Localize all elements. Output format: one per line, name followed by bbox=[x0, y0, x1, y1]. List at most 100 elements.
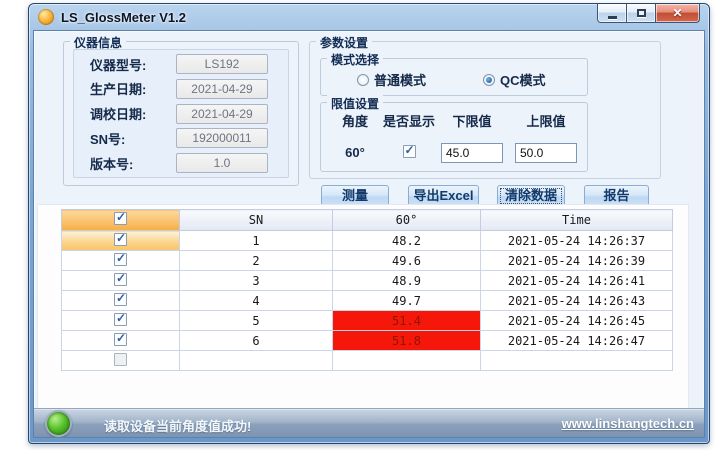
normal-mode-radio[interactable] bbox=[357, 74, 369, 86]
value-cell: 51.8 bbox=[333, 331, 481, 351]
sn-value bbox=[176, 128, 268, 148]
table-row[interactable]: 5 51.4 2021-05-24 14:26:45 bbox=[62, 311, 673, 331]
instrument-info-group: 仪器信息 仪器型号: 生产日期: 调校日期: SN号: bbox=[63, 41, 299, 186]
version-label: 版本号: bbox=[90, 154, 176, 173]
value-column-header[interactable]: 60° bbox=[333, 210, 481, 231]
field-sn: SN号: bbox=[74, 128, 288, 148]
time-cell: 2021-05-24 14:26:43 bbox=[481, 291, 673, 311]
app-window: LS_GlossMeter V1.2 ✕ 仪器信息 仪器型号: 生 bbox=[28, 3, 710, 444]
time-cell: 2021-05-24 14:26:39 bbox=[481, 251, 673, 271]
row-checkbox-cell[interactable] bbox=[62, 351, 180, 371]
table-row[interactable]: 4 49.7 2021-05-24 14:26:43 bbox=[62, 291, 673, 311]
window-controls: ✕ bbox=[597, 4, 700, 23]
mode-option-normal[interactable]: 普通模式 bbox=[357, 70, 426, 89]
sn-cell: 3 bbox=[180, 271, 333, 291]
sn-cell: 6 bbox=[180, 331, 333, 351]
qc-mode-radio[interactable] bbox=[483, 74, 495, 86]
qc-mode-label: QC模式 bbox=[500, 70, 546, 89]
restore-icon bbox=[637, 9, 646, 17]
row-checkbox-cell[interactable] bbox=[62, 331, 180, 351]
model-value bbox=[176, 54, 268, 74]
table-row[interactable]: 3 48.9 2021-05-24 14:26:41 bbox=[62, 271, 673, 291]
sn-cell: 2 bbox=[180, 251, 333, 271]
show-header: 是否显示 bbox=[376, 111, 442, 130]
row-checkbox[interactable] bbox=[114, 353, 127, 366]
status-bar: 读取设备当前角度值成功! www.linshangtech.cn bbox=[34, 408, 704, 437]
lower-limit-input[interactable] bbox=[441, 143, 503, 163]
field-calibration-date: 调校日期: bbox=[74, 104, 288, 124]
select-all-checkbox[interactable] bbox=[114, 212, 127, 225]
row-checkbox[interactable] bbox=[114, 233, 127, 246]
angle-value: 60° bbox=[335, 145, 375, 160]
value-cell bbox=[333, 351, 481, 371]
field-version: 版本号: bbox=[74, 153, 288, 173]
value-cell: 48.2 bbox=[333, 231, 481, 251]
website-link[interactable]: www.linshangtech.cn bbox=[562, 416, 694, 431]
value-cell: 49.7 bbox=[333, 291, 481, 311]
show-checkbox-wrap bbox=[376, 145, 442, 161]
row-checkbox[interactable] bbox=[114, 253, 127, 266]
row-checkbox[interactable] bbox=[114, 333, 127, 346]
close-button[interactable]: ✕ bbox=[655, 4, 700, 23]
table-row[interactable]: 1 48.2 2021-05-24 14:26:37 bbox=[62, 231, 673, 251]
window-title: LS_GlossMeter V1.2 bbox=[61, 10, 186, 25]
table-row[interactable]: 2 49.6 2021-05-24 14:26:39 bbox=[62, 251, 673, 271]
row-checkbox-cell[interactable] bbox=[62, 251, 180, 271]
close-icon: ✕ bbox=[672, 6, 682, 20]
status-indicator-icon bbox=[45, 410, 72, 437]
sn-cell: 1 bbox=[180, 231, 333, 251]
restore-button[interactable] bbox=[627, 4, 655, 23]
table-header-row: SN 60° Time bbox=[62, 210, 673, 231]
sn-cell: 5 bbox=[180, 311, 333, 331]
upper-limit-header: 上限值 bbox=[515, 111, 577, 130]
field-production-date: 生产日期: bbox=[74, 79, 288, 99]
table-row[interactable] bbox=[62, 351, 673, 371]
angle-header: 角度 bbox=[335, 111, 375, 130]
normal-mode-label: 普通模式 bbox=[374, 70, 426, 89]
title-bar[interactable]: LS_GlossMeter V1.2 ✕ bbox=[29, 4, 709, 30]
mode-option-qc[interactable]: QC模式 bbox=[483, 70, 546, 89]
row-checkbox-cell[interactable] bbox=[62, 271, 180, 291]
calibration-date-label: 调校日期: bbox=[90, 104, 176, 123]
instrument-info-panel: 仪器型号: 生产日期: 调校日期: SN号: 版本号: bbox=[73, 49, 289, 178]
production-date-value bbox=[176, 79, 268, 99]
mode-select-group: 模式选择 普通模式 QC模式 bbox=[320, 58, 588, 96]
lower-limit-header: 下限值 bbox=[441, 111, 503, 130]
mode-select-label: 模式选择 bbox=[327, 51, 383, 68]
parameter-settings-label: 参数设置 bbox=[316, 34, 372, 51]
time-cell bbox=[481, 351, 673, 371]
version-value bbox=[176, 153, 268, 173]
field-model: 仪器型号: bbox=[74, 54, 288, 74]
status-message: 读取设备当前角度值成功! bbox=[104, 416, 251, 435]
limit-settings-group: 限值设置 角度 是否显示 下限值 上限值 60° bbox=[320, 102, 588, 172]
time-cell: 2021-05-24 14:26:45 bbox=[481, 311, 673, 331]
sn-cell bbox=[180, 351, 333, 371]
upper-limit-input[interactable] bbox=[515, 143, 577, 163]
client-area: 仪器信息 仪器型号: 生产日期: 调校日期: SN号: bbox=[33, 30, 705, 438]
row-checkbox[interactable] bbox=[114, 273, 127, 286]
app-icon bbox=[38, 9, 54, 25]
measurement-table: SN 60° Time 1 48.2 2021-05-24 14:26:37 2… bbox=[61, 209, 673, 371]
row-checkbox[interactable] bbox=[114, 293, 127, 306]
table-row[interactable]: 6 51.8 2021-05-24 14:26:47 bbox=[62, 331, 673, 351]
value-cell: 51.4 bbox=[333, 311, 481, 331]
show-angle-checkbox[interactable] bbox=[403, 145, 416, 158]
limit-settings-label: 限值设置 bbox=[327, 95, 383, 112]
row-checkbox-cell[interactable] bbox=[62, 311, 180, 331]
calibration-date-value bbox=[176, 104, 268, 124]
header-checkbox-cell[interactable] bbox=[62, 210, 180, 231]
minimize-icon bbox=[608, 16, 617, 19]
row-checkbox[interactable] bbox=[114, 313, 127, 326]
time-cell: 2021-05-24 14:26:37 bbox=[481, 231, 673, 251]
row-checkbox-cell[interactable] bbox=[62, 291, 180, 311]
sn-column-header[interactable]: SN bbox=[180, 210, 333, 231]
production-date-label: 生产日期: bbox=[90, 79, 176, 98]
time-cell: 2021-05-24 14:26:41 bbox=[481, 271, 673, 291]
time-column-header[interactable]: Time bbox=[481, 210, 673, 231]
model-label: 仪器型号: bbox=[90, 55, 176, 74]
value-cell: 49.6 bbox=[333, 251, 481, 271]
time-cell: 2021-05-24 14:26:47 bbox=[481, 331, 673, 351]
minimize-button[interactable] bbox=[597, 4, 627, 23]
sn-label: SN号: bbox=[90, 129, 176, 148]
row-checkbox-cell[interactable] bbox=[62, 231, 180, 251]
